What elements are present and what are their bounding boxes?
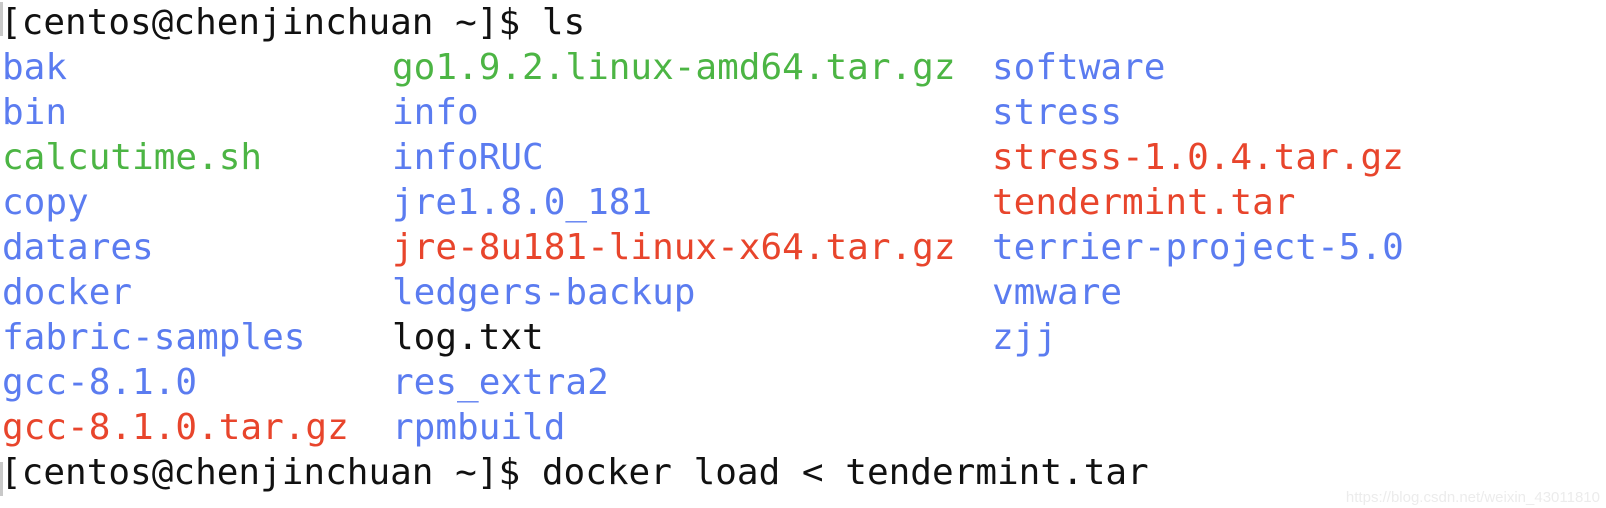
watermark-text: https://blog.csdn.net/weixin_43011810 bbox=[1345, 489, 1600, 506]
ls-entry: ledgers-backup bbox=[392, 272, 696, 313]
ls-entry: stress bbox=[992, 92, 1123, 133]
ls-entry: gcc-8.1.0.tar.gz bbox=[2, 407, 349, 448]
ls-entry: datares bbox=[2, 227, 154, 268]
ls-entry: jre1.8.0_181 bbox=[392, 182, 653, 223]
ls-entry: jre-8u181-linux-x64.tar.gz bbox=[392, 227, 956, 268]
terminal-window[interactable]: [centos@chenjinchuan ~]$ ls bak bin calcut… bbox=[0, 0, 1606, 508]
ls-entry: docker bbox=[2, 272, 133, 313]
ls-entry: tendermint.tar bbox=[992, 182, 1296, 223]
ls-entry: log.txt bbox=[392, 317, 544, 358]
ls-entry: vmware bbox=[992, 272, 1123, 313]
ls-entry: gcc-8.1.0 bbox=[2, 362, 198, 403]
ls-entry: zjj bbox=[992, 317, 1058, 358]
prompt-line-ls: [centos@chenjinchuan ~]$ ls bbox=[0, 2, 586, 43]
ls-entry: stress-1.0.4.tar.gz bbox=[992, 137, 1404, 178]
ls-entry: infoRUC bbox=[392, 137, 544, 178]
ls-entry: bak bbox=[2, 47, 68, 88]
ls-entry: software bbox=[992, 47, 1166, 88]
ls-entry: info bbox=[392, 92, 479, 133]
ls-entry: rpmbuild bbox=[392, 407, 566, 448]
ls-entry: fabric-samples bbox=[2, 317, 306, 358]
ls-entry: res_extra2 bbox=[392, 362, 609, 403]
ls-entry: calcutime.sh bbox=[2, 137, 263, 178]
ls-entry: copy bbox=[2, 182, 89, 223]
ls-entry: bin bbox=[2, 92, 68, 133]
ls-entry: terrier-project-5.0 bbox=[992, 227, 1404, 268]
ls-entry: go1.9.2.linux-amd64.tar.gz bbox=[392, 47, 956, 88]
